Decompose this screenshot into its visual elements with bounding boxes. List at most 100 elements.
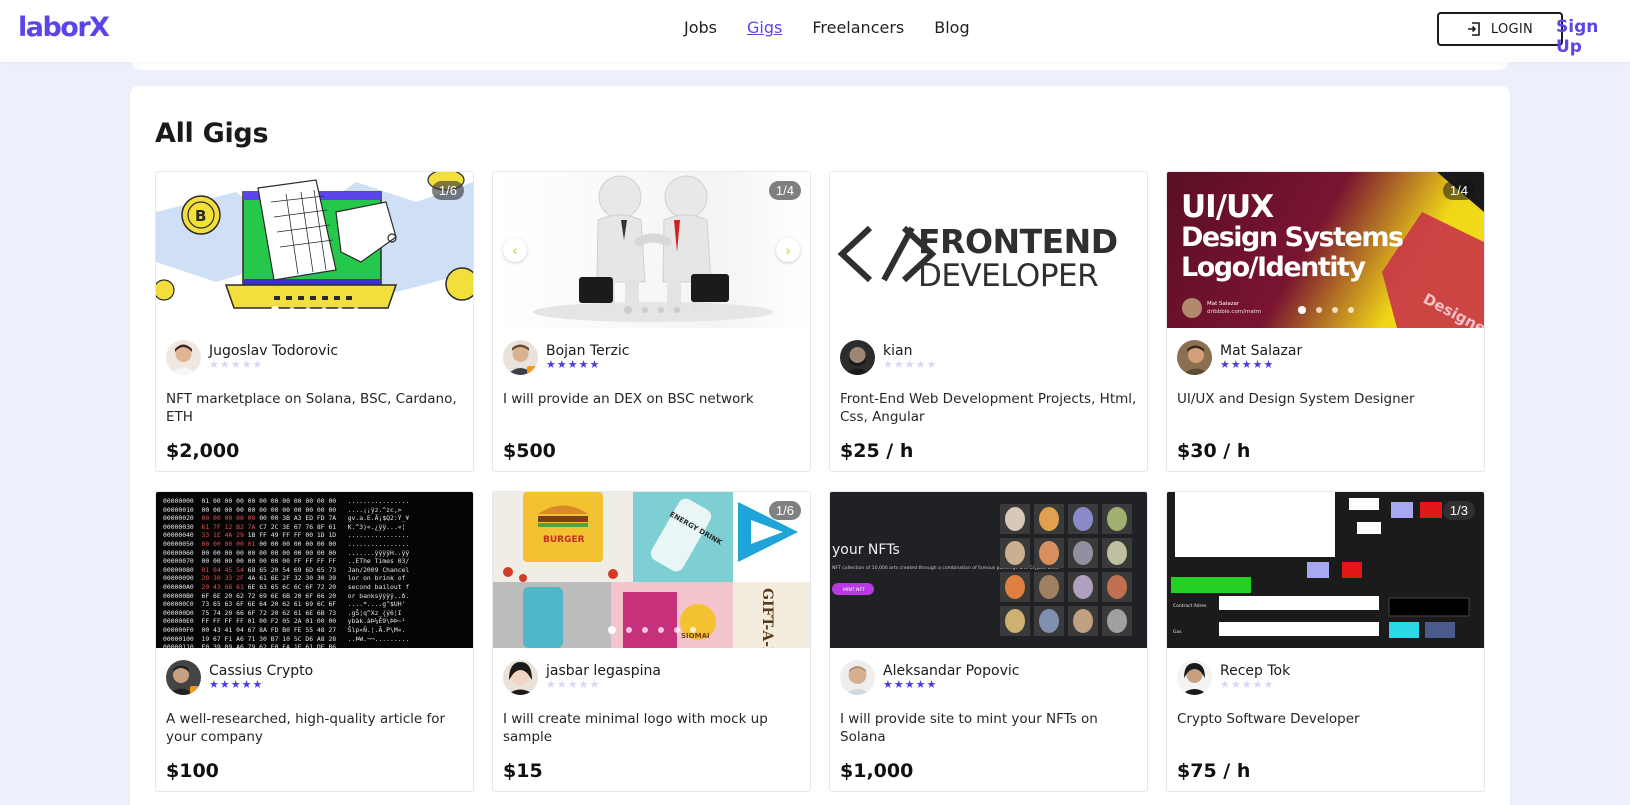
svg-text:Logo/Identity: Logo/Identity (1181, 252, 1366, 283)
carousel-dots[interactable] (493, 626, 810, 634)
svg-text:DEVELOPER: DEVELOPER (918, 258, 1098, 294)
svg-text:Gas: Gas (1173, 629, 1182, 635)
carousel-dots[interactable] (156, 306, 473, 314)
login-label: LOGIN (1490, 21, 1534, 37)
nav-link-jobs[interactable]: Jobs (684, 18, 717, 37)
gig-price: $30 / h (1177, 440, 1251, 462)
gig-description[interactable]: I will provide site to mint your NFTs on… (840, 710, 1140, 746)
author-name[interactable]: Jugoslav Todorovic (209, 343, 338, 359)
gig-card[interactable]: your NFTs NFT collection of 10,000 arts … (829, 491, 1148, 792)
nft-face (1005, 507, 1025, 531)
rating-stars: ★★★★★ (1220, 679, 1275, 691)
author-name[interactable]: Cassius Crypto (209, 663, 313, 679)
rating-stars: ★★★★★ (546, 679, 601, 691)
avatar[interactable] (840, 660, 875, 695)
gig-card[interactable]: Contract Adres Gas 1/3 Recep Tok ★★★★★ C… (1166, 491, 1485, 792)
carousel-next-icon[interactable]: › (776, 238, 800, 262)
gig-card[interactable]: 00000000 01 00 00 00 00 00 00 00 00 00 0… (155, 491, 474, 792)
gig-image-nft-mint-site[interactable]: your NFTs NFT collection of 10,000 arts … (830, 492, 1147, 648)
rating-stars: ★★★★★ (883, 359, 938, 371)
gig-card[interactable]: B 1/6 Jugoslav Todorovic ★★★★★ NFT marke… (155, 171, 474, 472)
gig-image-frontend-developer[interactable]: FRONTEND DEVELOPER (830, 172, 1147, 328)
gig-description[interactable]: NFT marketplace on Solana, BSC, Cardano,… (166, 390, 466, 426)
rating-stars: ★★★★★ (209, 679, 264, 691)
gig-image-logo-mockups[interactable]: BURGER ENERGY DRINK SIOMAI GIFT-A-B 1/6 (493, 492, 810, 648)
gig-price: $2,000 (166, 440, 240, 462)
gig-image-handshake[interactable]: ‹ › 1/4 (493, 172, 810, 328)
author-name[interactable]: Bojan Terzic (546, 343, 629, 359)
rating-stars: ★★★★★ (546, 359, 601, 371)
nft-face (1005, 609, 1025, 633)
avatar[interactable] (503, 660, 538, 695)
all-gigs-panel: All Gigs B 1/6 Jugoslav Todorovic ★★★★★ … (130, 86, 1510, 805)
page-title: All Gigs (155, 118, 269, 149)
image-counter-badge: 1/3 (1442, 501, 1475, 520)
gig-card[interactable]: FRONTEND DEVELOPER kian ★★★★★ Front-End … (829, 171, 1148, 472)
svg-text:MINT NFT: MINT NFT (843, 587, 865, 593)
nft-face (1005, 575, 1025, 599)
gig-card[interactable]: BURGER ENERGY DRINK SIOMAI GIFT-A-B 1/6 (492, 491, 811, 792)
nav-link-blog[interactable]: Blog (934, 18, 969, 37)
gig-image-uiux-design[interactable]: UI/UX Design Systems Logo/Identity Mat S… (1167, 172, 1484, 328)
nft-face (1107, 541, 1127, 565)
nav-link-freelancers[interactable]: Freelancers (812, 18, 904, 37)
nft-face (1073, 575, 1093, 599)
laborx-logo[interactable]: laborX (18, 12, 110, 43)
avatar[interactable] (1177, 340, 1212, 375)
avatar[interactable] (503, 340, 538, 375)
gig-price: $75 / h (1177, 760, 1251, 782)
gig-price: $1,000 (840, 760, 914, 782)
rating-stars: ★★★★★ (209, 359, 264, 371)
nav-link-gigs[interactable]: Gigs (747, 18, 782, 37)
gig-description[interactable]: Crypto Software Developer (1177, 710, 1477, 728)
gig-price: $15 (503, 760, 543, 782)
carousel-dots[interactable] (493, 306, 810, 314)
top-navigation-bar: laborX Jobs Gigs Freelancers Blog LOGIN … (0, 0, 1630, 62)
nft-face (1039, 541, 1059, 565)
nft-face (1073, 541, 1093, 565)
avatar[interactable] (1177, 660, 1212, 695)
gig-price: $100 (166, 760, 219, 782)
author-name[interactable]: jasbar legaspina (546, 663, 661, 679)
main-nav: Jobs Gigs Freelancers Blog (684, 18, 1000, 37)
gig-card[interactable]: ‹ › 1/4 Bojan Terzic ★★★★★ I will provid… (492, 171, 811, 472)
svg-text:UI/UX: UI/UX (1181, 189, 1274, 225)
svg-text:GIFT-A-B: GIFT-A-B (759, 588, 775, 648)
nft-face (1107, 507, 1127, 531)
carousel-dots[interactable] (1167, 306, 1484, 314)
image-counter-badge: 1/6 (768, 501, 801, 520)
login-icon (1467, 22, 1480, 36)
author-name[interactable]: Aleksandar Popovic (883, 663, 1019, 679)
rating-stars: ★★★★★ (883, 679, 938, 691)
gig-description[interactable]: I will provide an DEX on BSC network (503, 390, 803, 408)
author-name[interactable]: Recep Tok (1220, 663, 1290, 679)
image-counter-badge: 1/6 (431, 181, 464, 200)
avatar[interactable] (166, 340, 201, 375)
image-counter-badge: 1/4 (768, 181, 801, 200)
avatar[interactable] (166, 660, 201, 695)
gig-description[interactable]: Front-End Web Development Projects, Html… (840, 390, 1140, 426)
nft-face (1073, 609, 1093, 633)
nft-face (1039, 507, 1059, 531)
nft-face (1039, 575, 1059, 599)
avatar[interactable] (840, 340, 875, 375)
rating-stars: ★★★★★ (1220, 359, 1275, 371)
gig-image-nft-laptop[interactable]: B 1/6 (156, 172, 473, 328)
signup-link[interactable]: Sign Up (1556, 17, 1630, 57)
svg-text:Design Systems: Design Systems (1181, 222, 1403, 253)
svg-text:Contract Adres: Contract Adres (1173, 603, 1207, 609)
author-name[interactable]: Mat Salazar (1220, 343, 1302, 359)
gig-image-crypto-software[interactable]: Contract Adres Gas 1/3 (1167, 492, 1484, 648)
login-button[interactable]: LOGIN (1437, 12, 1563, 46)
gig-description[interactable]: I will create minimal logo with mock up … (503, 710, 803, 746)
gig-description[interactable]: UI/UX and Design System Designer (1177, 390, 1477, 408)
author-name[interactable]: kian (883, 343, 912, 359)
nft-face (1039, 609, 1059, 633)
gig-image-hex-dump[interactable]: 00000000 01 00 00 00 00 00 00 00 00 00 0… (156, 492, 473, 648)
nft-face (1107, 575, 1127, 599)
nft-face (1005, 541, 1025, 565)
gig-card[interactable]: UI/UX Design Systems Logo/Identity Mat S… (1166, 171, 1485, 472)
carousel-prev-icon[interactable]: ‹ (503, 238, 527, 262)
gig-description[interactable]: A well-researched, high-quality article … (166, 710, 466, 746)
svg-text:BURGER: BURGER (543, 535, 585, 545)
